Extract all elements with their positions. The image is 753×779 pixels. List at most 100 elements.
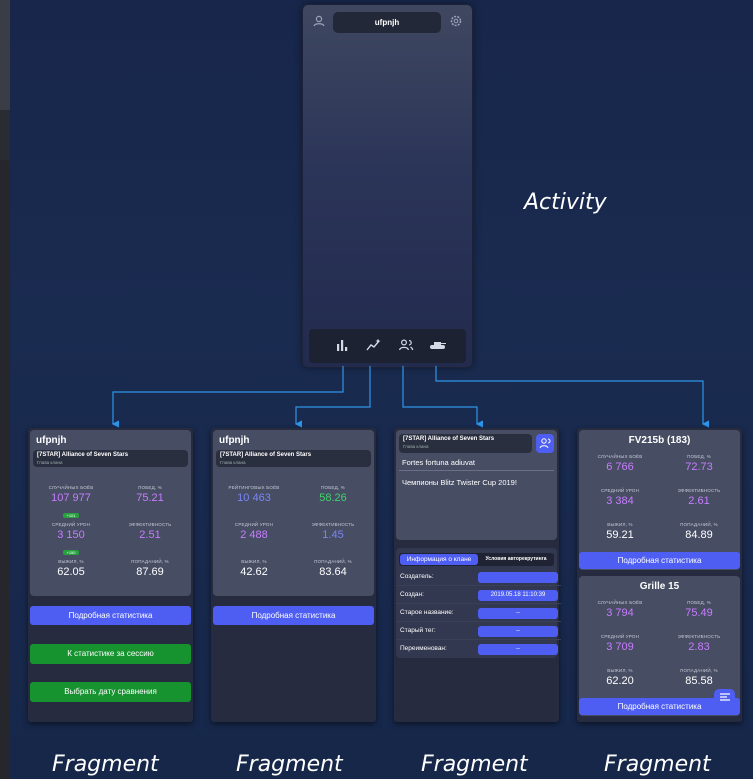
tank-name: Grille 15: [639, 581, 680, 592]
stat-label: Попаданий, %: [131, 559, 169, 564]
info-key: Старый тег:: [400, 627, 436, 634]
stat-label: Эффективность: [677, 488, 721, 493]
connector-frag4: [435, 366, 709, 428]
stat-cell: Выжил, % 62.05: [36, 559, 106, 578]
stat-label: Средний урон: [600, 488, 640, 493]
clan-motto: Fortes fortuna adiuvat: [402, 458, 475, 467]
stat-label: Попаданий, %: [314, 559, 352, 564]
stat-value: 107 977: [51, 492, 91, 504]
stat-label: Рейтинговых боёв: [228, 485, 280, 490]
stat-value: 59.21: [606, 529, 634, 541]
info-tabs: Информация о клане Условия авторекрутинг…: [399, 553, 554, 566]
fragment-player-stats: ufpnjh [7STAR] Alliance of Seven Stars Г…: [28, 428, 193, 722]
stat-label: Побед, %: [687, 600, 711, 605]
clan-box[interactable]: [7STAR] Alliance of Seven Stars Глава кл…: [399, 434, 532, 453]
stat-cell: Попаданий, % 84.89: [664, 522, 734, 541]
stat-cell: Эффективность 2.61: [664, 488, 734, 507]
stat-cell: Побед, % 72.73: [664, 454, 734, 473]
connector-frag3: [402, 366, 483, 428]
stat-cell: Побед, % 58.26: [298, 485, 368, 504]
stat-cell: Эффективность 1.45: [298, 522, 368, 541]
stat-cell: Побед, % 75.49: [664, 600, 734, 619]
filter-icon: [719, 693, 730, 701]
detailed-stats-button[interactable]: Подробная статистика: [213, 606, 374, 625]
stat-cell: Побед, % 75.21: [115, 485, 185, 504]
stat-label: Эффективность: [677, 634, 721, 639]
clan-members-icon: [539, 438, 551, 449]
info-row: Переименован: --: [400, 642, 558, 656]
info-row: Старое название: --: [400, 606, 558, 620]
info-row: Создан: 2019.05.18 11:10:39: [400, 588, 558, 602]
clan-name: [7STAR] Alliance of Seven Stars: [220, 452, 312, 458]
fragment-label-4: Fragment: [604, 752, 711, 777]
divider: [399, 470, 554, 471]
stat-cell: Средний урон 3 709: [585, 634, 655, 653]
tab-clan-info[interactable]: Информация о клане: [400, 554, 478, 565]
compare-date-button[interactable]: Выбрать дату сравнения: [30, 682, 191, 702]
stat-delta-badge: +101: [63, 513, 79, 518]
clan-role: Глава клана: [37, 460, 63, 465]
stat-value: 85.58: [685, 675, 713, 687]
stat-label: Побед, %: [687, 454, 711, 459]
stat-label: Случайных боёв: [597, 454, 643, 459]
stat-cell: Случайных боёв 3 794: [585, 600, 655, 619]
row-divider: [396, 585, 561, 586]
info-key: Создатель:: [400, 573, 434, 580]
stat-label: Выжил, %: [607, 522, 633, 527]
stat-value: 1.45: [322, 529, 344, 541]
stat-value: 3 709: [606, 641, 634, 653]
session-stats-button[interactable]: К статистике за сессию: [30, 644, 191, 664]
stat-cell: Попаданий, % 85.58: [664, 668, 734, 687]
stat-value: 75.21: [136, 492, 164, 504]
clan-members-button[interactable]: [536, 434, 554, 453]
stat-value: 72.73: [685, 461, 713, 473]
stat-label: Средний урон: [51, 522, 91, 527]
stat-label: Выжил, %: [58, 559, 84, 564]
stat-label: Выжил, %: [607, 668, 633, 673]
stat-value: 42.62: [240, 566, 268, 578]
stat-cell: Выжил, % 62.20: [585, 668, 655, 687]
detailed-stats-button[interactable]: Подробная статистика: [30, 606, 191, 625]
info-value: [478, 572, 558, 583]
stat-value: 2.51: [139, 529, 161, 541]
info-row: Старый тег: --: [400, 624, 558, 638]
stat-cell: Выжил, % 42.62: [219, 559, 289, 578]
stat-label: Выжил, %: [241, 559, 267, 564]
stat-label: Эффективность: [128, 522, 172, 527]
stat-cell: Эффективность 2.83: [664, 634, 734, 653]
clan-role: Глава клана: [220, 460, 246, 465]
stat-cell: Случайных боёв 107 977 +101: [36, 485, 106, 522]
stat-cell: Рейтинговых боёв 10 463: [219, 485, 289, 504]
info-key: Переименован:: [400, 645, 447, 652]
detailed-stats-button[interactable]: Подробная статистика: [579, 552, 740, 569]
clan-name: [7STAR] Alliance of Seven Stars: [403, 436, 495, 442]
stat-cell: Средний урон 2 488: [219, 522, 289, 541]
row-divider: [396, 603, 561, 604]
stat-label: Случайных боёв: [48, 485, 94, 490]
clan-box[interactable]: [7STAR] Alliance of Seven Stars Глава кл…: [216, 450, 371, 467]
player-name: ufpnjh: [36, 435, 67, 446]
fragment-label-3: Fragment: [421, 752, 528, 777]
player-name: ufpnjh: [219, 435, 250, 446]
stat-label: Средний урон: [234, 522, 274, 527]
info-value: --: [478, 626, 558, 637]
info-value: --: [478, 644, 558, 655]
fragment-tank-stats: FV215b (183) Случайных боёв 6 766 Побед, % 7…: [577, 428, 742, 722]
stat-delta-badge: +150: [63, 550, 79, 555]
clan-info-panel: Информация о клане Условия авторекрутинг…: [396, 548, 561, 658]
info-value: 2019.05.18 11:10:39: [478, 590, 558, 601]
info-row: Создатель:: [400, 570, 558, 584]
stat-label: Попаданий, %: [680, 668, 718, 673]
stat-value: 87.69: [136, 566, 164, 578]
filter-fab[interactable]: [714, 689, 735, 710]
stat-label: Эффективность: [311, 522, 355, 527]
clan-role: Глава клана: [403, 444, 429, 449]
stat-label: Побед, %: [138, 485, 162, 490]
tank-name: FV215b (183): [628, 435, 691, 446]
clan-box[interactable]: [7STAR] Alliance of Seven Stars Глава кл…: [33, 450, 188, 467]
tab-recruit-conditions[interactable]: Условия авторекрутинга: [479, 554, 553, 565]
stats-card: ufpnjh [7STAR] Alliance of Seven Stars Г…: [213, 430, 374, 596]
stat-value: 62.05: [57, 566, 85, 578]
stat-cell: Попаданий, % 87.69: [115, 559, 185, 578]
stat-value: 2.61: [688, 495, 710, 507]
